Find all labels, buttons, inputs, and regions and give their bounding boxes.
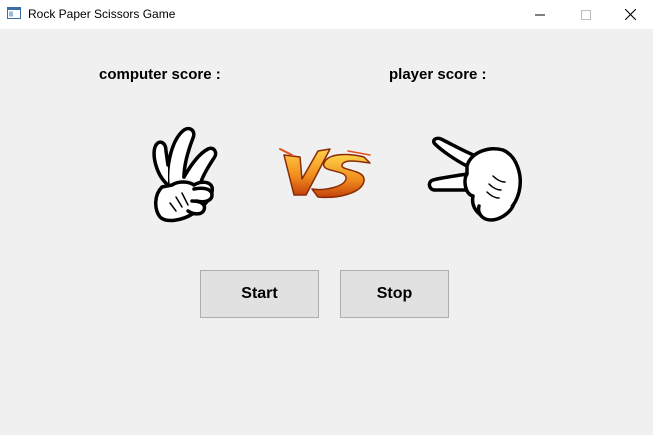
minimize-icon [535,14,545,15]
maximize-icon [581,9,591,20]
close-button[interactable] [607,0,653,29]
computer-score-label: computer score : [99,66,221,83]
title-bar[interactable]: Rock Paper Scissors Game [0,0,653,29]
vs-icon [279,148,371,199]
app-icon [7,7,21,19]
minimize-button[interactable] [517,0,563,29]
player-score-label: player score : [389,66,487,83]
app-window: Rock Paper Scissors Game computer score … [0,0,653,435]
stop-button[interactable]: Stop [340,270,449,318]
maximize-button[interactable] [563,0,609,29]
window-title: Rock Paper Scissors Game [28,7,176,21]
scissors-hand-icon [427,136,522,222]
start-button[interactable]: Start [200,270,319,318]
scissors-hand-icon [152,126,218,223]
close-icon [624,9,636,20]
